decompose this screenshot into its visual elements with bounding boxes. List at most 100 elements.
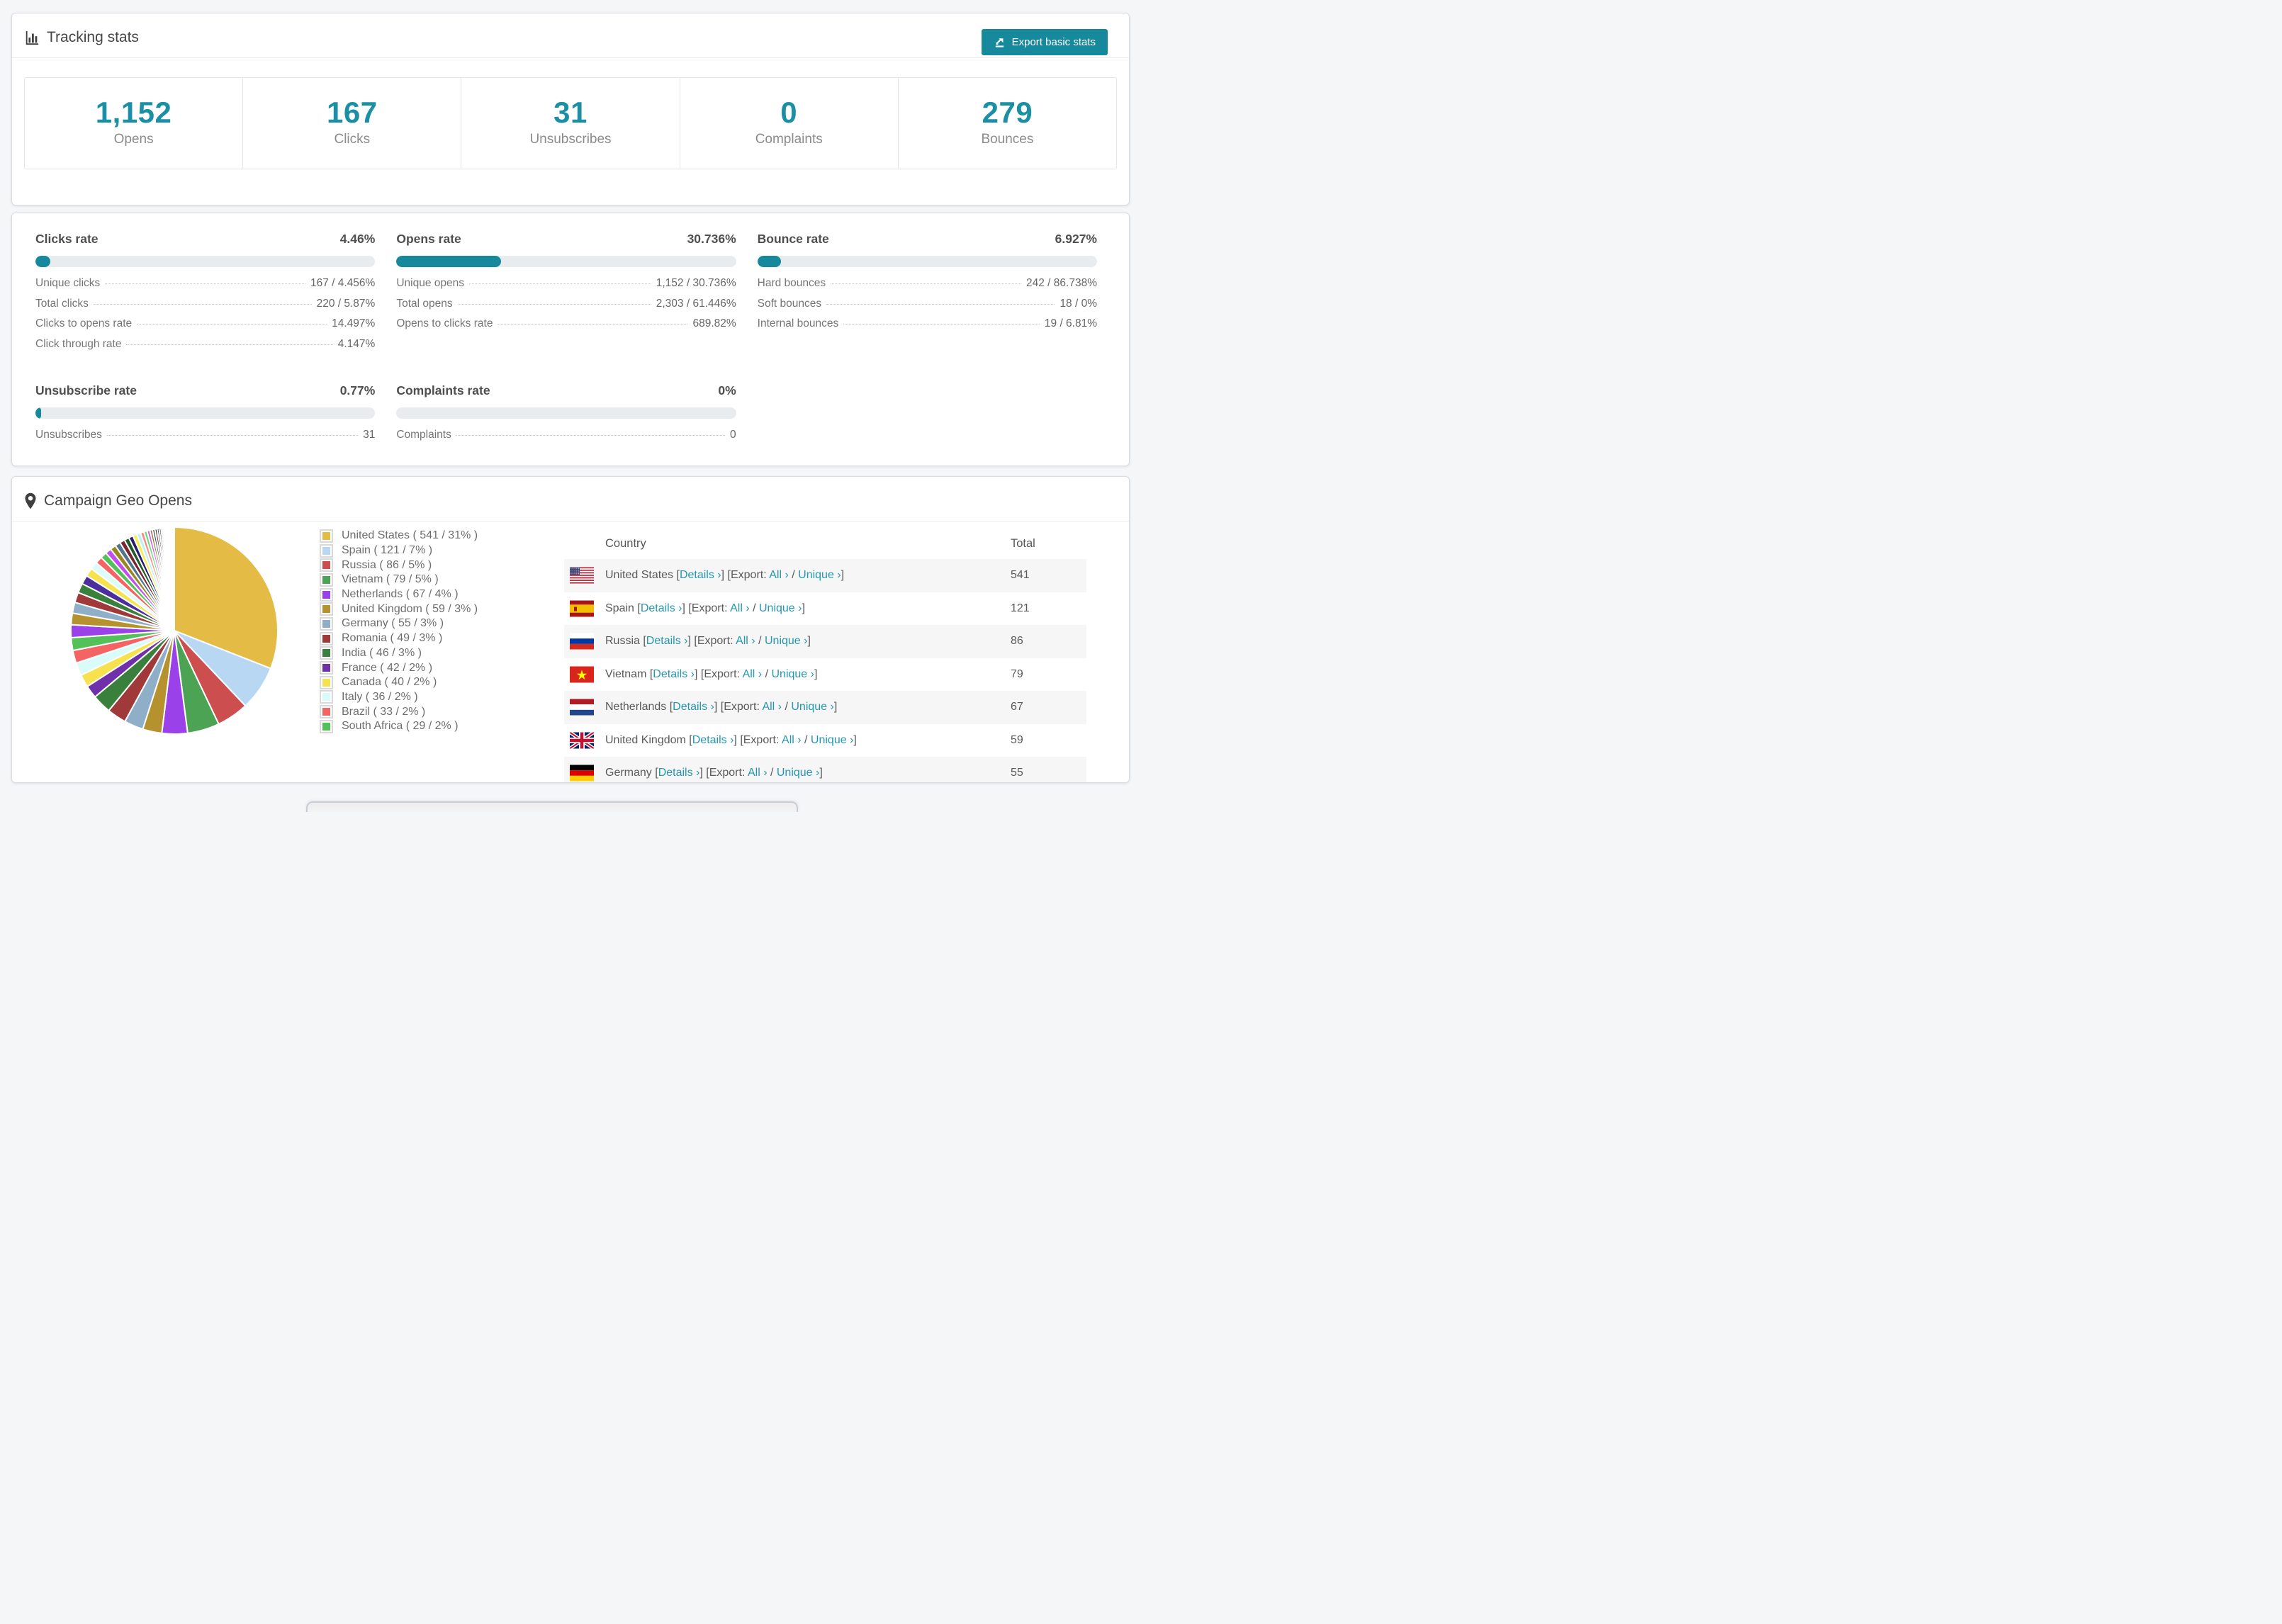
export-basic-stats-button[interactable]: Export basic stats bbox=[981, 29, 1108, 55]
stat-value: 279 bbox=[982, 96, 1033, 129]
stat-label: Unsubscribes bbox=[529, 132, 612, 147]
rate-detail-value: 167 / 4.456% bbox=[310, 277, 376, 289]
details-link[interactable]: Details › bbox=[646, 635, 688, 647]
dotted-leader bbox=[469, 283, 651, 284]
rate-progress-bar bbox=[35, 407, 376, 419]
country-name: Vietnam bbox=[605, 667, 647, 680]
legend-item: Canada ( 40 / 2% ) bbox=[320, 675, 478, 690]
details-link[interactable]: Details › bbox=[653, 668, 695, 680]
dotted-leader bbox=[106, 435, 359, 436]
dotted-leader bbox=[831, 283, 1022, 284]
export-all-link[interactable]: All › bbox=[736, 635, 755, 647]
dotted-leader bbox=[843, 324, 1040, 325]
country-name: Germany bbox=[605, 767, 652, 779]
table-row: Russia [Details ›] [Export: All › / Uniq… bbox=[564, 625, 1086, 658]
export-unique-link[interactable]: Unique › bbox=[811, 734, 853, 746]
legend-label: France ( 42 / 2% ) bbox=[342, 661, 433, 674]
table-row: Germany [Details ›] [Export: All › / Uni… bbox=[564, 757, 1086, 782]
dotted-leader bbox=[826, 303, 1055, 305]
legend-item: Spain ( 121 / 7% ) bbox=[320, 543, 478, 558]
rate-block: Opens rate 30.736% Unique opens 1,152 / … bbox=[396, 232, 736, 358]
export-all-link[interactable]: All › bbox=[748, 767, 768, 779]
export-all-link[interactable]: All › bbox=[730, 602, 750, 614]
legend-item: Netherlands ( 67 / 4% ) bbox=[320, 587, 478, 602]
rate-detail-row: Unique clicks 167 / 4.456% bbox=[35, 277, 375, 298]
country-flag bbox=[570, 699, 594, 716]
legend-item: Vietnam ( 79 / 5% ) bbox=[320, 573, 478, 587]
rate-detail-value: 14.497% bbox=[332, 317, 376, 329]
rate-detail-value: 220 / 5.87% bbox=[316, 297, 376, 310]
details-link[interactable]: Details › bbox=[692, 734, 734, 746]
country-total: 79 bbox=[1011, 667, 1023, 680]
legend-swatch bbox=[320, 616, 333, 631]
country-name: Netherlands bbox=[605, 701, 667, 714]
details-link[interactable]: Details › bbox=[673, 701, 714, 713]
rate-progress-bar bbox=[35, 256, 376, 267]
legend-label: United States ( 541 / 31% ) bbox=[342, 529, 478, 542]
rate-detail-label: Soft bounces bbox=[757, 297, 822, 310]
rate-detail-label: Unsubscribes bbox=[35, 429, 102, 441]
legend-swatch bbox=[320, 529, 333, 543]
table-row: United States [Details ›] [Export: All ›… bbox=[564, 559, 1086, 592]
geo-opens-pie-chart[interactable] bbox=[68, 524, 281, 737]
rate-value: 4.46% bbox=[339, 232, 376, 246]
legend-swatch bbox=[320, 646, 333, 660]
rate-title: Complaints rate bbox=[396, 383, 490, 397]
rate-detail-row: Total opens 2,303 / 61.446% bbox=[396, 298, 736, 318]
rate-detail-label: Internal bounces bbox=[757, 317, 839, 329]
country-flag bbox=[570, 633, 594, 650]
legend-label: Germany ( 55 / 3% ) bbox=[342, 617, 444, 630]
country-name: Spain bbox=[605, 602, 634, 614]
rate-detail-label: Click through rate bbox=[35, 337, 122, 350]
campaign-geo-opens-card: Campaign Geo Opens United States ( 541 /… bbox=[11, 476, 1130, 783]
stat-value: 167 bbox=[327, 96, 378, 129]
rate-progress-bar bbox=[757, 256, 1097, 267]
legend-swatch bbox=[320, 719, 333, 733]
rate-detail-row: Complaints 0 bbox=[396, 429, 736, 449]
legend-label: Italy ( 36 / 2% ) bbox=[342, 690, 418, 703]
country-total: 121 bbox=[1011, 602, 1030, 614]
export-unique-link[interactable]: Unique › bbox=[759, 602, 802, 614]
details-link[interactable]: Details › bbox=[641, 602, 682, 614]
legend-item: South Africa ( 29 / 2% ) bbox=[320, 719, 478, 734]
dotted-leader bbox=[126, 344, 333, 345]
country-name: United States bbox=[605, 569, 674, 582]
export-unique-link[interactable]: Unique › bbox=[777, 767, 819, 779]
dotted-leader bbox=[137, 324, 327, 325]
rate-progress-bar bbox=[396, 256, 736, 267]
export-unique-link[interactable]: Unique › bbox=[771, 668, 814, 680]
rate-detail-label: Hard bounces bbox=[757, 277, 826, 289]
legend-swatch bbox=[320, 675, 333, 689]
legend-item: Romania ( 49 / 3% ) bbox=[320, 631, 478, 646]
details-link[interactable]: Details › bbox=[680, 569, 721, 581]
legend-label: Romania ( 49 / 3% ) bbox=[342, 632, 443, 645]
rate-detail-value: 31 bbox=[363, 429, 376, 441]
export-all-link[interactable]: All › bbox=[762, 701, 782, 713]
rates-grid: Clicks rate 4.46% Unique clicks 167 / 4.… bbox=[12, 213, 1129, 449]
details-link[interactable]: Details › bbox=[658, 767, 700, 779]
legend-label: Canada ( 40 / 2% ) bbox=[342, 676, 437, 689]
export-unique-link[interactable]: Unique › bbox=[798, 569, 841, 581]
export-unique-link[interactable]: Unique › bbox=[791, 701, 833, 713]
rate-detail-value: 1,152 / 30.736% bbox=[656, 277, 736, 289]
rate-progress-fill bbox=[396, 256, 501, 267]
rate-detail-label: Total opens bbox=[396, 297, 453, 310]
country-name: United Kingdom bbox=[605, 733, 686, 746]
stat-label: Clicks bbox=[334, 132, 371, 147]
rate-detail-label: Unique opens bbox=[396, 277, 464, 289]
rate-detail-row: Unsubscribes 31 bbox=[35, 429, 375, 449]
total-column-header: Total bbox=[1011, 536, 1035, 550]
legend-label: South Africa ( 29 / 2% ) bbox=[342, 720, 459, 733]
table-row: United Kingdom [Details ›] [Export: All … bbox=[564, 724, 1086, 757]
export-all-link[interactable]: All › bbox=[743, 668, 763, 680]
legend-swatch bbox=[320, 631, 333, 645]
tracking-stats-card: Tracking stats Export basic stats 1,152 … bbox=[11, 13, 1130, 205]
rate-title: Bounce rate bbox=[757, 232, 829, 246]
export-icon bbox=[994, 36, 1006, 48]
legend-swatch bbox=[320, 558, 333, 573]
rate-detail-row: Total clicks 220 / 5.87% bbox=[35, 298, 375, 318]
export-all-link[interactable]: All › bbox=[782, 734, 802, 746]
export-unique-link[interactable]: Unique › bbox=[765, 635, 807, 647]
export-all-link[interactable]: All › bbox=[769, 569, 789, 581]
rate-detail-row: Opens to clicks rate 689.82% bbox=[396, 317, 736, 338]
